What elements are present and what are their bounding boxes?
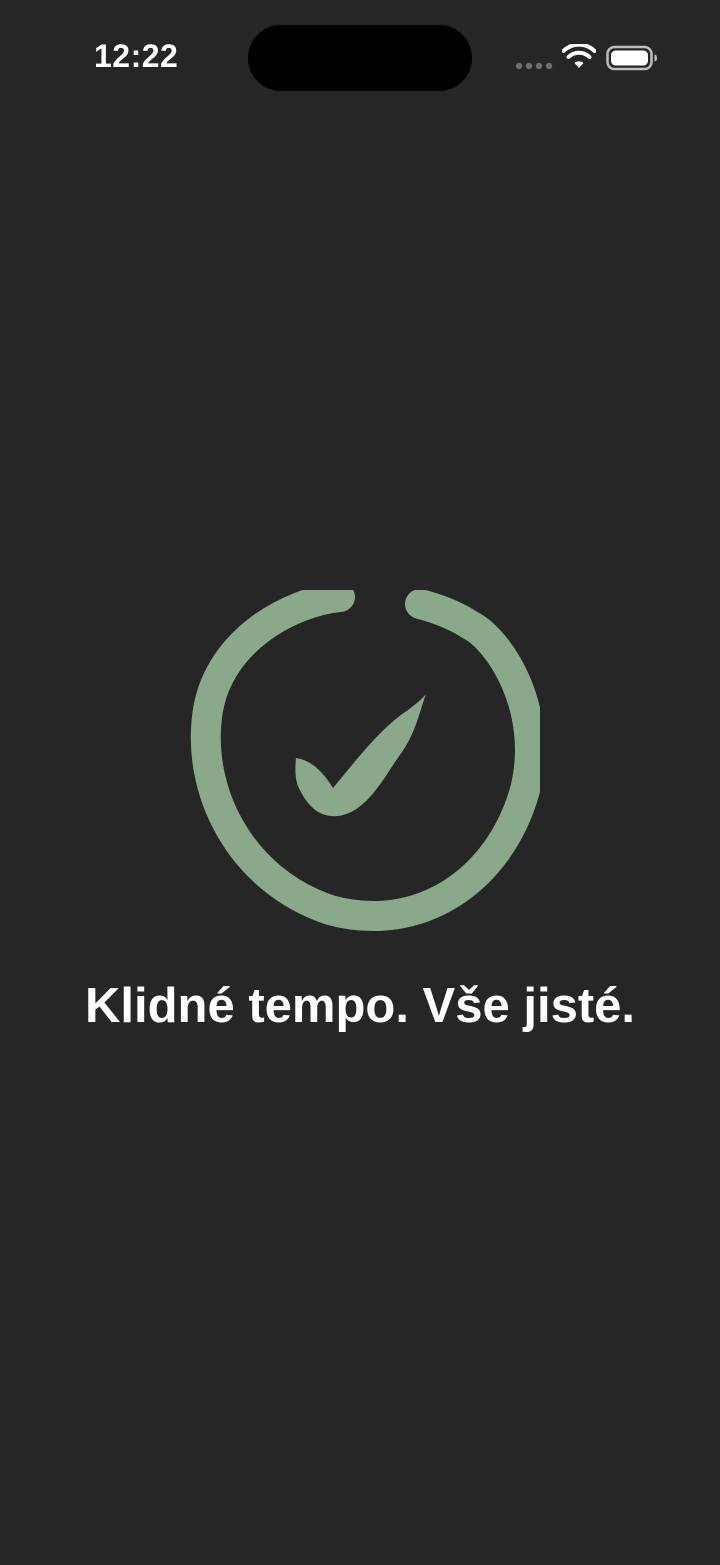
cellular-signal-icon [515,62,553,70]
battery-icon [606,45,657,71]
wifi-icon [562,44,596,68]
check-circle-icon [190,590,540,932]
dynamic-island [248,25,472,91]
status-time: 12:22 [94,38,179,74]
status-bar: 12:22 [0,0,720,120]
status-message: Klidné tempo. Vše jisté. [84,979,636,1033]
